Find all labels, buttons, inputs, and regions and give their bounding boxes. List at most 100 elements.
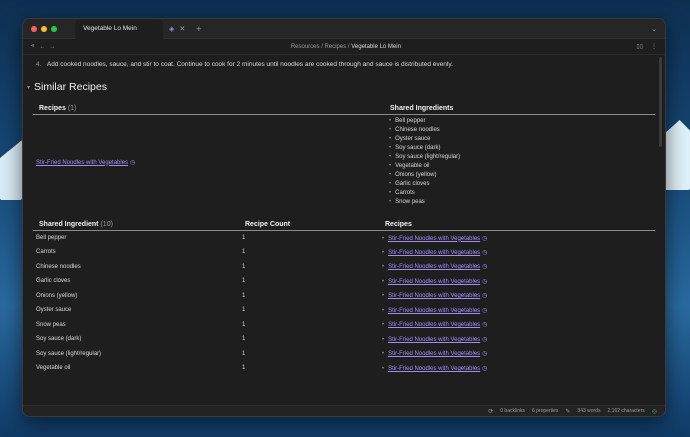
ingredient-name: Onions (yellow) (36, 292, 78, 299)
pencil-icon[interactable]: ✎ (565, 408, 570, 415)
ingredient-name: Bell pepper (36, 235, 67, 241)
step-text: Add cooked noodles, sauce, and stir to c… (46, 61, 453, 68)
ingredient-list-item: Bell pepper (387, 117, 652, 126)
column-count: (1) (67, 105, 77, 112)
recipe-link[interactable]: Stir-Fried Noodles with Vegetables (388, 337, 480, 343)
breadcrumb-current: Vegetable Lo Mein (351, 43, 401, 50)
ingredient-name: Oyster sauce (36, 307, 72, 314)
ingredient-name: Soy sauce (light/regular) (36, 350, 102, 357)
recipes-cell: Stir-Fried Noodles with Vegetables◷ (379, 318, 655, 333)
external-link-icon: ◷ (482, 278, 488, 285)
recipes-cell: Stir-Fried Noodles with Vegetables◷ (379, 289, 655, 304)
title-bar: Vegetable Lo Mein ◈ ✕ + ⌄ (23, 19, 665, 39)
recipes-cell: Stir-Fried Noodles with Vegetables◷ (379, 231, 655, 246)
ingredient-name: Snow peas (36, 321, 66, 328)
ingredient-list-item: Snow peas (387, 198, 652, 207)
recipe-link[interactable]: Stir-Fried Noodles with Vegetables (36, 160, 128, 166)
table-row: Chinese noodles 1 Stir-Fried Noodles with … (33, 260, 655, 275)
recipe-count: 1 (242, 263, 246, 270)
external-link-icon: ◷ (482, 235, 488, 242)
external-link-icon: ◷ (482, 365, 488, 372)
tab-title: Vegetable Lo Mein (83, 25, 137, 32)
table-row: Onions (yellow) 1 Stir-Fried Noodles with … (33, 289, 655, 304)
ingredients-list: Bell pepperChinese noodlesOyster sauceSo… (387, 117, 652, 207)
breadcrumb-resources[interactable]: Resources (291, 44, 320, 50)
column-count: (10) (100, 221, 113, 228)
minimize-window-button[interactable] (41, 25, 47, 32)
column-header-recipes: Recipes (1) (33, 103, 384, 115)
properties-count: 6 properties (531, 408, 559, 414)
close-tab-icon[interactable]: ✕ (179, 25, 185, 33)
recipe-count: 1 (242, 235, 246, 241)
ingredients-cell: Bell pepperChinese noodlesOyster sauceSo… (384, 115, 655, 210)
recipe-link[interactable]: Stir-Fried Noodles with Vegetables (388, 236, 480, 242)
status-bar: ⟳ 0 backlinks 6 properties ✎ 343 words 2… (23, 405, 665, 416)
recipes-cell: Stir-Fried Noodles with Vegetables◷ (379, 332, 655, 347)
ingredient-name: Vegetable oil (36, 365, 71, 372)
recipes-cell: Stir-Fried Noodles with Vegetables◷ (379, 347, 655, 362)
ingredient-name: Chinese noodles (36, 263, 81, 270)
ingredient-name: Garlic cloves (36, 278, 71, 285)
breadcrumb-separator: / (347, 43, 350, 50)
recipes-cell: Stir-Fried Noodles with Vegetables◷ (379, 274, 655, 289)
character-count: 2,162 characters (607, 408, 645, 414)
fold-icon[interactable]: ▾ (27, 84, 30, 91)
recipe-link[interactable]: Stir-Fried Noodles with Vegetables (388, 293, 480, 299)
recipe-link[interactable]: Stir-Fried Noodles with Vegetables (388, 279, 480, 285)
back-arrow-icon[interactable]: ← (39, 44, 45, 50)
section-heading: ▾ Similar Recipes (27, 81, 655, 93)
ingredient-list-item: Onions (yellow) (387, 171, 652, 180)
column-header-recipes: Recipes (379, 219, 655, 231)
recipe-count: 1 (242, 307, 246, 314)
more-options-icon[interactable]: ⋮ (651, 43, 657, 50)
reading-view-icon[interactable]: ▯▯ (636, 43, 643, 50)
recipes-cell: Stir-Fried Noodles with Vegetables◷ (379, 245, 655, 260)
recipe-link[interactable]: Stir-Fried Noodles with Vegetables (388, 250, 480, 256)
recipes-cell: Stir-Fried Noodles with Vegetables◷ (379, 260, 655, 275)
tab-vegetable-lo-mein[interactable]: Vegetable Lo Mein (75, 19, 163, 39)
external-link-icon: ◷ (130, 159, 136, 166)
word-count: 343 words (577, 408, 601, 414)
similar-recipes-table: Recipes (1) Shared Ingredients Stir-Frie… (33, 103, 655, 209)
ingredient-list-item: Chinese noodles (387, 126, 652, 135)
sync-status-icon[interactable]: ◎ (652, 408, 657, 415)
table-row: Garlic cloves 1 Stir-Fried Noodles with Ve… (33, 274, 655, 289)
scrollbar[interactable] (659, 57, 662, 147)
backlinks-count[interactable]: 0 backlinks (500, 408, 525, 414)
column-header-shared-ingredients: Shared Ingredients (384, 103, 655, 115)
recipe-count: 1 (242, 278, 246, 285)
recipe-step: 4. Add cooked noodles, sauce, and stir t… (33, 61, 655, 68)
shared-ingredients-table: Shared Ingredient (10) Recipe Count Reci… (33, 219, 655, 376)
maximize-window-button[interactable] (51, 25, 57, 32)
recipe-link[interactable]: Stir-Fried Noodles with Vegetables (388, 366, 480, 372)
breadcrumb-recipes[interactable]: Recipes (325, 44, 347, 50)
external-link-icon: ◷ (482, 322, 488, 329)
recipe-link[interactable]: Stir-Fried Noodles with Vegetables (388, 351, 480, 357)
recipe-count: 1 (242, 365, 246, 372)
obsidian-icon: ◈ (169, 25, 175, 33)
recipe-link[interactable]: Stir-Fried Noodles with Vegetables (388, 322, 480, 328)
external-link-icon: ◷ (482, 336, 488, 343)
external-link-icon: ◷ (482, 307, 488, 314)
chevron-down-icon[interactable]: ⌄ (651, 25, 657, 33)
nav-bar: ⫷ ← → Resources / Recipes / Vegetable Lo… (23, 39, 665, 55)
table-row: Oyster sauce 1 Stir-Fried Noodles with Veg… (33, 303, 655, 318)
external-link-icon: ◷ (482, 249, 488, 256)
step-number: 4. (36, 61, 42, 68)
ingredient-list-item: Garlic cloves (387, 180, 652, 189)
external-link-icon: ◷ (482, 264, 488, 271)
recipe-link[interactable]: Stir-Fried Noodles with Vegetables (388, 308, 480, 314)
section-heading-text: Similar Recipes (34, 81, 107, 93)
column-header-shared-ingredient: Shared Ingredient (10) (33, 219, 239, 231)
new-tab-button[interactable]: + (196, 24, 201, 34)
ingredient-list-item: Vegetable oil (387, 162, 652, 171)
sidebar-toggle-icon[interactable]: ⫷ (31, 43, 34, 50)
ingredient-list-item: Soy sauce (light/regular) (387, 153, 652, 162)
desktop-background (0, 140, 22, 200)
sync-icon[interactable]: ⟳ (488, 408, 493, 415)
external-link-icon: ◷ (482, 351, 488, 358)
recipe-count: 1 (242, 249, 246, 256)
recipe-count: 1 (242, 350, 246, 357)
close-window-button[interactable] (31, 25, 37, 32)
recipe-link[interactable]: Stir-Fried Noodles with Vegetables (388, 264, 480, 270)
